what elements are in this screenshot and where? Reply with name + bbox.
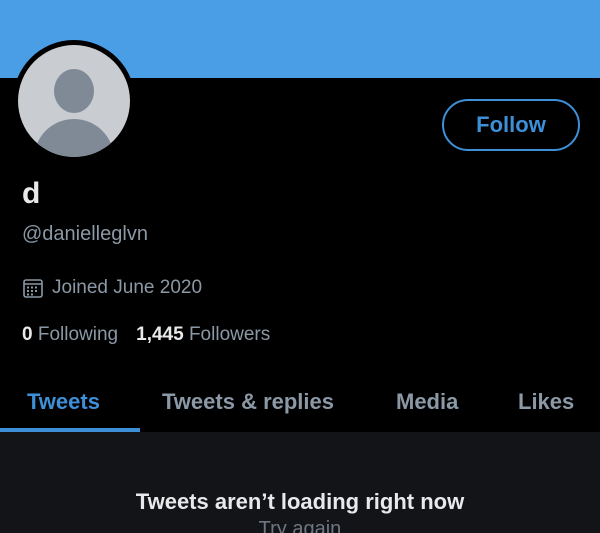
- followers-link[interactable]: 1,445 Followers: [136, 324, 270, 346]
- followers-count: 1,445: [136, 324, 184, 345]
- avatar-body-shape: [34, 119, 114, 157]
- tab-media[interactable]: Media: [396, 372, 458, 432]
- followers-label: Followers: [188, 324, 271, 345]
- following-link[interactable]: 0 Following: [22, 324, 118, 346]
- default-avatar-icon: [18, 45, 130, 157]
- display-name: d: [22, 177, 41, 210]
- follow-button[interactable]: Follow: [442, 99, 580, 151]
- tab-tweets[interactable]: Tweets: [27, 372, 100, 432]
- try-again-button[interactable]: Try again: [0, 518, 600, 533]
- avatar[interactable]: [13, 40, 135, 162]
- profile-tabs: Tweets Tweets & replies Media Likes: [0, 372, 600, 432]
- calendar-icon: [22, 277, 44, 299]
- following-label: Following: [37, 324, 119, 345]
- joined-date: Joined June 2020: [22, 277, 202, 299]
- follow-stats: 0 Following 1,445 Followers: [22, 324, 270, 346]
- tab-tweets-replies[interactable]: Tweets & replies: [162, 372, 334, 432]
- user-handle: @danielleglvn: [22, 223, 148, 245]
- joined-text: Joined June 2020: [52, 277, 203, 298]
- feed-error-message: Tweets aren’t loading right now: [135, 489, 465, 514]
- following-count: 0: [22, 324, 33, 345]
- avatar-head-shape: [54, 69, 94, 113]
- tab-likes[interactable]: Likes: [518, 372, 574, 432]
- profile-page: Follow d @danielleglvn Joined June 2020 …: [0, 0, 600, 533]
